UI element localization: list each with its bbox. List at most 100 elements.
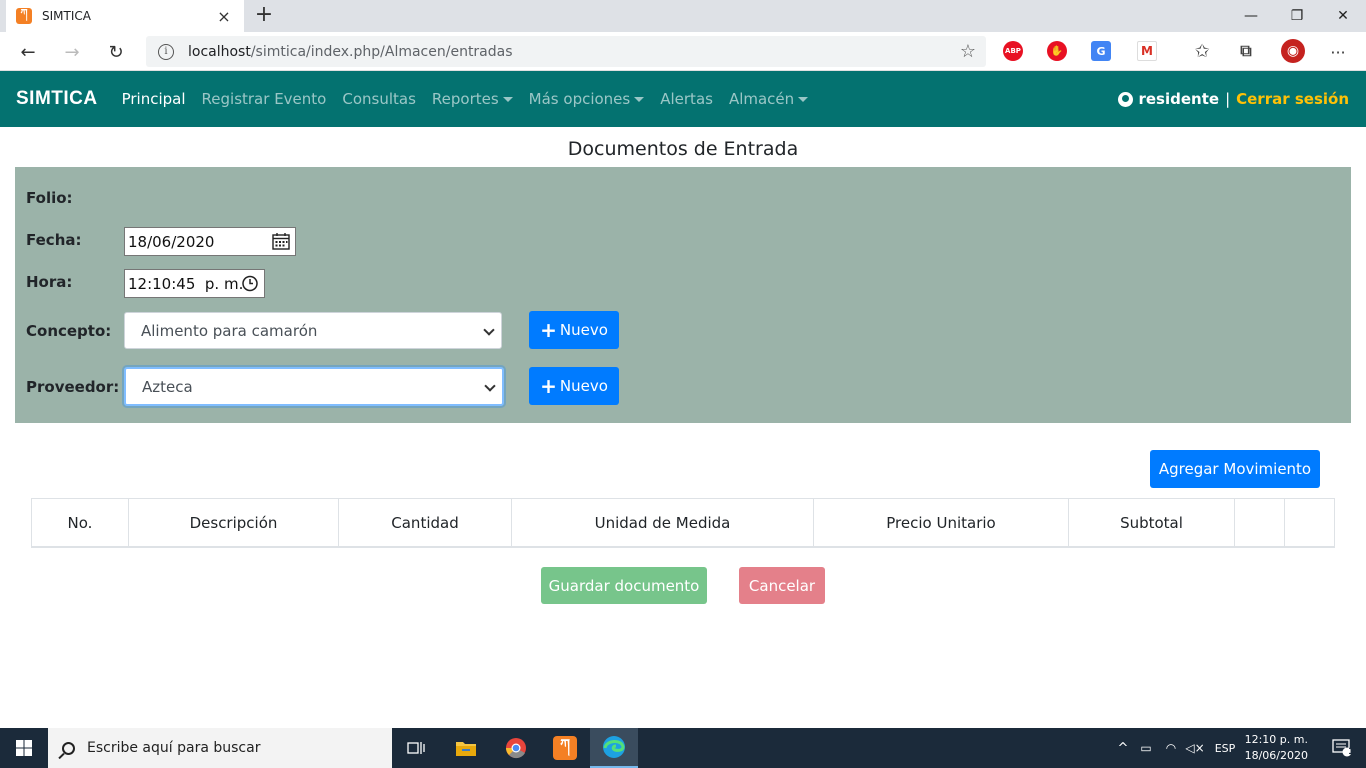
nav-almacen-dropdown[interactable]: Almacén: [729, 90, 809, 108]
col-unidad-medida: Unidad de Medida: [512, 499, 814, 547]
chrome-dev-icon[interactable]: [492, 728, 540, 768]
nav-consultas-label: Consultas: [342, 90, 416, 108]
plus-icon: +: [540, 374, 557, 398]
hora-label: Hora:: [26, 273, 73, 291]
caret-down-icon: [798, 97, 809, 102]
col-descripcion: Descripción: [129, 499, 339, 547]
cancelar-button[interactable]: Cancelar: [739, 567, 825, 604]
nav-registrar-evento[interactable]: Registrar Evento: [202, 90, 327, 108]
nav-principal[interactable]: Principal: [122, 90, 186, 108]
proveedor-selected: Azteca: [142, 377, 193, 396]
concepto-select[interactable]: Alimento para camarón: [124, 312, 502, 349]
favorites-list-icon[interactable]: ✩: [1192, 41, 1212, 62]
nav-reportes-label: Reportes: [431, 90, 499, 108]
favorite-star-icon[interactable]: ☆: [960, 41, 976, 62]
guardar-documento-button[interactable]: Guardar documento: [541, 567, 707, 604]
caret-down-icon: [634, 97, 645, 102]
file-explorer-icon[interactable]: [442, 728, 490, 768]
adblock-plus-icon[interactable]: ABP: [1003, 41, 1023, 61]
user-area: residente | Cerrar sesión: [1118, 71, 1349, 127]
plus-icon: +: [540, 318, 557, 342]
hora-value: 12:10:45 p. m.: [128, 274, 244, 293]
notifications-icon[interactable]: 1: [1318, 728, 1366, 768]
windows-start-button[interactable]: [0, 728, 48, 768]
close-tab-icon[interactable]: ×: [214, 7, 234, 26]
username: residente: [1138, 90, 1220, 108]
xampp-favicon-icon: ཀ: [16, 8, 32, 24]
close-window-button[interactable]: ✕: [1320, 0, 1366, 32]
taskbar-clock[interactable]: 12:10 p. m. 18/06/2020: [1245, 732, 1308, 764]
gmail-icon[interactable]: M: [1137, 41, 1157, 61]
entry-form-panel: Folio: Fecha: 18/06/2020 Hora: 12:10:45 …: [15, 167, 1351, 423]
more-menu-icon[interactable]: ···: [1324, 38, 1352, 66]
volume-muted-icon[interactable]: ◁×: [1182, 741, 1208, 755]
nuevo-concepto-label: Nuevo: [559, 321, 608, 339]
logout-link[interactable]: Cerrar sesión: [1236, 90, 1349, 108]
nav-principal-label: Principal: [121, 90, 186, 108]
nuevo-concepto-button[interactable]: + Nuevo: [529, 311, 619, 349]
col-subtotal: Subtotal: [1069, 499, 1235, 547]
search-placeholder: Escribe aquí para buscar: [87, 740, 261, 756]
fecha-label: Fecha:: [26, 231, 82, 249]
col-no: No.: [32, 499, 129, 547]
fecha-value: 18/06/2020: [128, 232, 215, 251]
forward-button[interactable]: →: [58, 38, 86, 66]
clock-time: 12:10 p. m.: [1244, 733, 1308, 746]
fecha-date-input[interactable]: 18/06/2020: [124, 227, 296, 256]
show-hidden-icons-icon[interactable]: ^: [1114, 741, 1132, 756]
url-host: localhost: [188, 43, 251, 60]
battery-icon[interactable]: ▭: [1132, 741, 1160, 755]
profile-avatar-icon[interactable]: ◉: [1281, 39, 1305, 63]
hora-time-input[interactable]: 12:10:45 p. m.: [124, 269, 265, 298]
translate-icon[interactable]: G: [1091, 41, 1111, 61]
chevron-down-icon: [484, 380, 496, 392]
brand-logo[interactable]: SIMTICA: [16, 88, 98, 110]
search-icon: [62, 741, 75, 755]
taskbar-search-box[interactable]: Escribe aquí para buscar: [48, 728, 392, 768]
nav-alertas-label: Alertas: [660, 90, 713, 108]
wifi-icon[interactable]: ◠: [1160, 741, 1182, 755]
page-title: Documentos de Entrada: [567, 138, 799, 160]
chevron-down-icon: [483, 324, 495, 336]
tab-title: SIMTICA: [42, 9, 91, 23]
language-indicator[interactable]: ESP: [1208, 742, 1242, 755]
col-action-1: [1235, 499, 1285, 547]
url-path: /simtica/index.php/Almacen/entradas: [250, 43, 513, 60]
folio-label: Folio:: [26, 189, 73, 207]
app-navbar: SIMTICA Principal Registrar Evento Consu…: [0, 71, 1366, 127]
nuevo-proveedor-button[interactable]: + Nuevo: [529, 367, 619, 405]
caret-down-icon: [502, 97, 513, 102]
nav-mas-opciones-dropdown[interactable]: Más opciones: [529, 90, 645, 108]
xampp-icon[interactable]: ཀ: [541, 728, 589, 768]
task-view-icon[interactable]: [392, 728, 440, 768]
back-button[interactable]: ←: [14, 38, 42, 66]
concepto-selected: Alimento para camarón: [141, 321, 318, 340]
col-action-2: [1285, 499, 1334, 547]
movements-table: No. Descripción Cantidad Unidad de Medid…: [31, 498, 1335, 548]
user-circle-icon: [1118, 91, 1134, 107]
url-bar[interactable]: i localhost/simtica/index.php/Almacen/en…: [146, 36, 986, 67]
browser-tab-strip: ཀ SIMTICA × + — ❐ ✕: [0, 0, 1366, 32]
system-tray: ^ ▭ ◠ ◁× ESP: [1114, 728, 1242, 768]
agregar-movimiento-button[interactable]: Agregar Movimiento: [1150, 450, 1320, 488]
clock-icon[interactable]: [241, 275, 259, 292]
edge-browser-icon[interactable]: [590, 728, 638, 768]
stop-extension-icon[interactable]: ✋: [1047, 41, 1067, 61]
collections-icon[interactable]: ⧉: [1236, 41, 1256, 61]
restore-button[interactable]: ❐: [1274, 0, 1320, 32]
reload-button[interactable]: ↻: [102, 38, 130, 66]
nav-alertas[interactable]: Alertas: [660, 90, 713, 108]
minimize-button[interactable]: —: [1228, 0, 1274, 32]
concepto-label: Concepto:: [26, 322, 112, 340]
site-info-icon[interactable]: i: [158, 43, 174, 60]
nav-reportes-dropdown[interactable]: Reportes: [432, 90, 513, 108]
xampp-logo: ཀ: [553, 736, 577, 760]
calendar-icon[interactable]: [272, 233, 290, 250]
notification-count: 1: [1348, 747, 1355, 757]
nav-consultas[interactable]: Consultas: [342, 90, 416, 108]
new-tab-button[interactable]: +: [252, 2, 276, 27]
address-toolbar: ← → ↻ i localhost/simtica/index.php/Alma…: [0, 32, 1366, 71]
browser-tab[interactable]: ཀ SIMTICA ×: [6, 0, 244, 32]
proveedor-select[interactable]: Azteca: [124, 367, 504, 406]
nav-registrar-evento-label: Registrar Evento: [201, 90, 327, 108]
